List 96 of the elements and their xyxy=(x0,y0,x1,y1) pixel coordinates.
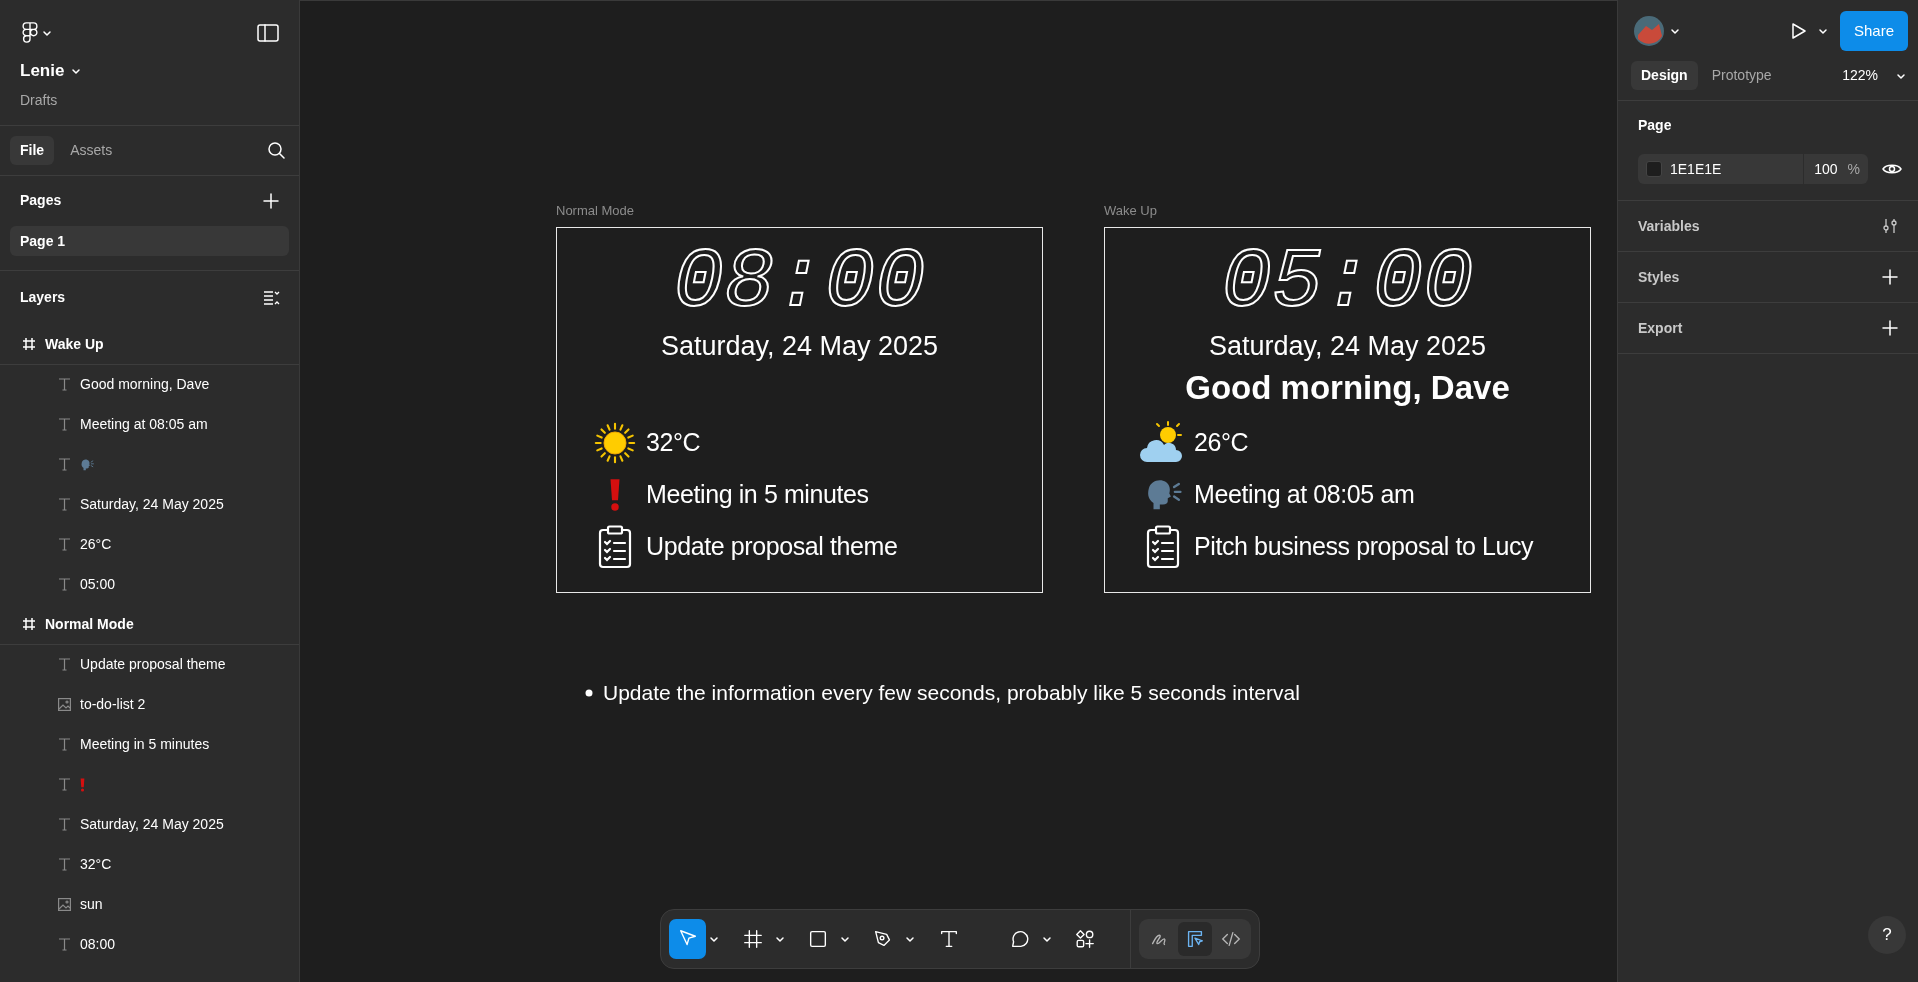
chevron-down-icon[interactable] xyxy=(1670,26,1680,36)
plus-icon[interactable] xyxy=(1882,269,1898,285)
text-layer-icon xyxy=(58,858,71,871)
chevron-down-icon[interactable] xyxy=(41,28,52,38)
plus-icon[interactable] xyxy=(1882,320,1898,336)
layer-name[interactable]: 26°C xyxy=(80,534,112,555)
sun-icon xyxy=(592,420,638,466)
section-title[interactable]: Export xyxy=(1638,317,1683,339)
exclamation-icon xyxy=(80,777,85,792)
file-name[interactable]: Lenie xyxy=(20,58,65,84)
chevron-down-icon[interactable] xyxy=(1041,934,1052,944)
hex-value: 1E1E1E xyxy=(1670,159,1722,179)
info-text: Meeting at 08:05 am xyxy=(1194,479,1415,511)
section-title: Pages xyxy=(20,191,62,210)
file-location: Drafts xyxy=(19,90,59,110)
text-layer-icon xyxy=(58,818,71,831)
layer-name[interactable]: Update proposal theme xyxy=(80,654,226,675)
text-layer-icon xyxy=(58,578,71,591)
layer-name[interactable]: Normal Mode xyxy=(45,613,134,635)
panel-tab[interactable]: Assets xyxy=(60,135,123,165)
shapes-plus-icon xyxy=(1074,928,1097,950)
help-button[interactable]: ? xyxy=(1868,916,1906,954)
screen-frame[interactable]: 08:00 Saturday, 24 May 2025 32°C Meeting in 5 minutes Update proposal theme xyxy=(556,227,1043,593)
date-text: Saturday, 24 May 2025 xyxy=(660,331,939,361)
clipboard-icon xyxy=(598,525,632,569)
layer-name[interactable]: 05:00 xyxy=(80,574,116,595)
text-layer-icon xyxy=(58,778,71,791)
date-text: Saturday, 24 May 2025 xyxy=(1208,331,1487,361)
text-layer-icon xyxy=(58,658,71,671)
greeting-text: Good morning, Dave xyxy=(1185,369,1510,406)
text-layer-icon xyxy=(58,418,71,431)
layer-name[interactable]: Good morning, Dave xyxy=(80,374,210,395)
layer-name[interactable]: Meeting at 08:05 am xyxy=(80,414,208,435)
chevron-down-icon[interactable] xyxy=(905,934,916,944)
frame-icon xyxy=(22,337,36,351)
chevron-down-icon[interactable] xyxy=(839,934,850,944)
panel-tab[interactable]: Design xyxy=(1631,61,1698,90)
clock-time: 08:00 xyxy=(673,241,926,325)
page-item[interactable]: Page 1 xyxy=(10,225,289,256)
fill-field[interactable]: 1E1E1E 100 % xyxy=(1638,154,1868,184)
speaking-head-icon xyxy=(80,457,94,472)
info-text: Pitch business proposal to Lucy xyxy=(1194,531,1534,563)
opacity-value: 100 xyxy=(1803,154,1838,184)
text-layer-icon xyxy=(58,738,71,751)
layer-name[interactable]: Meeting in 5 minutes xyxy=(80,734,210,755)
share-button[interactable]: Share xyxy=(1840,11,1908,51)
layer-name[interactable]: Saturday, 24 May 2025 xyxy=(80,494,224,515)
unit-label: % xyxy=(1847,159,1860,179)
image-icon xyxy=(58,898,71,911)
add-page-icon[interactable] xyxy=(263,192,279,209)
info-text: Update proposal theme xyxy=(646,531,898,563)
chevron-down-icon[interactable] xyxy=(1818,26,1828,36)
frame-label[interactable]: Normal Mode xyxy=(556,201,635,221)
sidebar-toggle-icon[interactable] xyxy=(257,24,279,42)
section-title: Layers xyxy=(20,288,66,307)
chevron-down-icon[interactable] xyxy=(774,934,785,944)
text-layer-icon xyxy=(58,458,71,471)
color-swatch[interactable] xyxy=(1646,161,1662,177)
layer-name[interactable]: Wake Up xyxy=(45,333,104,355)
text-layer-icon xyxy=(58,938,71,951)
text-layer-icon xyxy=(58,538,71,551)
panel-tab[interactable]: Prototype xyxy=(1701,61,1782,90)
layer-name[interactable]: sun xyxy=(80,894,103,915)
info-text: Meeting in 5 minutes xyxy=(646,479,869,511)
info-text: 32°C xyxy=(646,427,701,459)
tool-button[interactable] xyxy=(669,919,707,959)
avatar[interactable] xyxy=(1634,16,1664,46)
variables-icon[interactable] xyxy=(1882,218,1898,234)
layer-name[interactable]: Saturday, 24 May 2025 xyxy=(80,814,224,835)
frame-icon xyxy=(22,617,36,631)
clock-time: 05:00 xyxy=(1221,241,1474,325)
screen-frame[interactable]: 05:00 Saturday, 24 May 2025 Good morning, Dave 26°C Meeting at 08:05 am Pitch business proposal to Lucy xyxy=(1104,227,1591,593)
bullet-icon xyxy=(585,688,593,697)
chevron-down-icon[interactable] xyxy=(709,934,720,944)
section-title[interactable]: Variables xyxy=(1638,215,1700,237)
zoom-level[interactable]: 122% xyxy=(1842,65,1878,86)
search-icon[interactable] xyxy=(267,141,285,159)
clipboard-icon xyxy=(1146,525,1180,569)
exclamation-icon xyxy=(609,478,621,512)
mode-toggle[interactable] xyxy=(1178,922,1212,956)
text-layer-icon xyxy=(58,498,71,511)
collapse-layers-icon[interactable] xyxy=(263,289,281,306)
panel-tab[interactable]: File xyxy=(10,135,55,165)
section-title: Page xyxy=(1638,116,1673,135)
logo-icon[interactable] xyxy=(22,22,38,44)
frame-tool-icon xyxy=(741,928,764,950)
visibility-icon[interactable] xyxy=(1882,162,1902,176)
text-layer-icon xyxy=(58,378,71,391)
section-title[interactable]: Styles xyxy=(1638,266,1680,288)
layer-name[interactable]: 08:00 xyxy=(80,934,116,955)
info-text: 26°C xyxy=(1194,427,1249,459)
layer-name[interactable]: 32°C xyxy=(80,854,112,875)
note-text: Update the information every few seconds, probably like 5 seconds interval xyxy=(603,680,1300,706)
frame-label[interactable]: Wake Up xyxy=(1104,201,1157,221)
layer-name[interactable]: to-do-list 2 xyxy=(80,694,146,715)
image-icon xyxy=(58,698,71,711)
